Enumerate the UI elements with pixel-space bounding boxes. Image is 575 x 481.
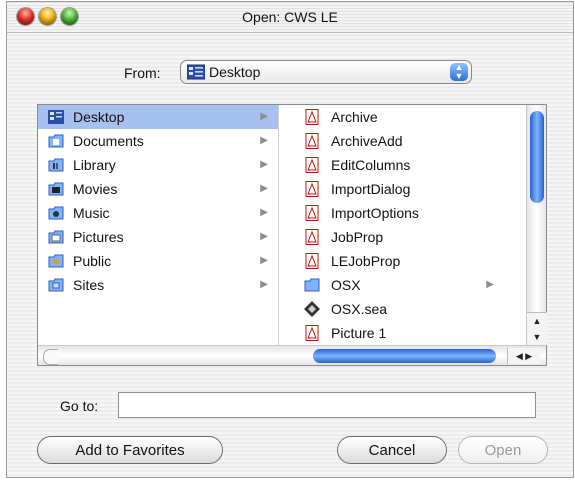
file-label: ImportOptions (331, 205, 419, 221)
chevron-right-icon: ▶ (260, 255, 268, 266)
library-folder-icon (48, 158, 64, 172)
file-item[interactable]: EditColumns (278, 153, 526, 177)
file-label: JobProp (331, 229, 384, 245)
goto-label: Go to: (60, 398, 99, 414)
chevron-right-icon: ▶ (260, 159, 268, 170)
public-folder-icon (48, 254, 64, 268)
pdf-icon (305, 205, 319, 221)
documents-folder-icon (48, 134, 64, 148)
sites-folder-icon (48, 278, 64, 292)
file-label: EditColumns (331, 157, 411, 173)
file-label: Archive (331, 109, 378, 125)
location-item-documents[interactable]: Documents ▶ (38, 129, 278, 153)
file-item[interactable]: LEJobProp (278, 249, 526, 273)
pdf-icon (305, 133, 319, 149)
file-item[interactable]: ImportDialog (278, 177, 526, 201)
locations-column: Desktop ▶ Documents ▶ Library ▶ Movies ▶… (38, 105, 279, 345)
chevron-right-icon: ▶ (260, 183, 268, 194)
window-title: Open: CWS LE (242, 9, 338, 25)
file-label: LEJobProp (331, 253, 401, 269)
location-label: Public (73, 253, 112, 269)
file-item[interactable]: ImportOptions (278, 201, 526, 225)
from-label: From: (124, 65, 161, 81)
chevron-right-icon: ▶ (260, 135, 268, 146)
pdf-icon (305, 181, 319, 197)
pictures-folder-icon (48, 230, 64, 244)
location-item-sites[interactable]: Sites ▶ (38, 273, 278, 297)
pdf-icon (305, 109, 319, 125)
file-label: OSX.sea (331, 301, 388, 317)
location-item-library[interactable]: Library ▶ (38, 153, 278, 177)
archive-icon (304, 301, 320, 317)
location-label: Pictures (73, 229, 124, 245)
vertical-scroll-thumb[interactable] (530, 111, 544, 203)
location-item-movies[interactable]: Movies ▶ (38, 177, 278, 201)
scroll-track-left-cap (43, 349, 58, 365)
chevron-right-icon: ▶ (260, 231, 268, 242)
location-item-public[interactable]: Public ▶ (38, 249, 278, 273)
location-label: Sites (73, 277, 105, 293)
chevron-right-icon: ▶ (486, 279, 494, 290)
folder-icon (304, 278, 320, 292)
chevron-right-icon: ▶ (260, 279, 268, 290)
files-column: Archive ArchiveAdd EditColumns ImportDia… (278, 105, 526, 345)
chevron-right-icon: ▶ (260, 111, 268, 122)
file-item[interactable]: OSX.sea (278, 297, 526, 321)
location-label: Movies (73, 181, 118, 197)
file-label: OSX (331, 277, 361, 293)
location-label: Library (73, 157, 116, 173)
title-bar[interactable]: Open: CWS LE (7, 2, 573, 33)
location-item-pictures[interactable]: Pictures ▶ (38, 225, 278, 249)
goto-field[interactable] (118, 392, 536, 418)
horizontal-scroll-arrows[interactable]: ◀ ▶ (507, 348, 540, 364)
movies-folder-icon (48, 182, 64, 196)
chevron-right-icon: ▶ (260, 207, 268, 218)
cancel-button[interactable]: Cancel (337, 436, 447, 464)
file-item[interactable]: ArchiveAdd (278, 129, 526, 153)
pdf-icon (305, 229, 319, 245)
location-label: Music (73, 205, 110, 221)
desktop-icon (187, 64, 205, 80)
file-item-folder[interactable]: OSX ▶ (278, 273, 526, 297)
add-to-favorites-button[interactable]: Add to Favorites (37, 436, 223, 464)
from-popup-value: Desktop (209, 64, 261, 80)
file-browser[interactable]: Desktop ▶ Documents ▶ Library ▶ Movies ▶… (37, 104, 547, 366)
file-item[interactable]: Picture 1 (278, 321, 526, 345)
horizontal-scrollbar[interactable]: ◀ ▶ (38, 345, 546, 365)
location-item-desktop[interactable]: Desktop ▶ (38, 105, 278, 129)
pdf-icon (305, 157, 319, 173)
horizontal-scroll-thumb[interactable] (313, 349, 496, 363)
pdf-icon (305, 253, 319, 269)
file-label: Picture 1 (331, 325, 387, 341)
music-folder-icon (48, 206, 64, 220)
file-item[interactable]: Archive (278, 105, 526, 129)
popup-arrows-icon: ▲ ▼ (450, 63, 468, 81)
location-label: Desktop (73, 109, 125, 125)
desktop-icon (48, 110, 64, 124)
from-popup[interactable]: Desktop ▲ ▼ (180, 60, 472, 84)
pdf-icon (305, 325, 319, 341)
vertical-scroll-arrows[interactable]: ▲ ▼ (527, 312, 547, 345)
location-label: Documents (73, 133, 144, 149)
vertical-scrollbar[interactable]: ▲ ▼ (526, 105, 547, 345)
location-item-music[interactable]: Music ▶ (38, 201, 278, 225)
open-button[interactable]: Open (458, 436, 548, 464)
file-item[interactable]: JobProp (278, 225, 526, 249)
file-label: ArchiveAdd (331, 133, 403, 149)
file-label: ImportDialog (331, 181, 411, 197)
